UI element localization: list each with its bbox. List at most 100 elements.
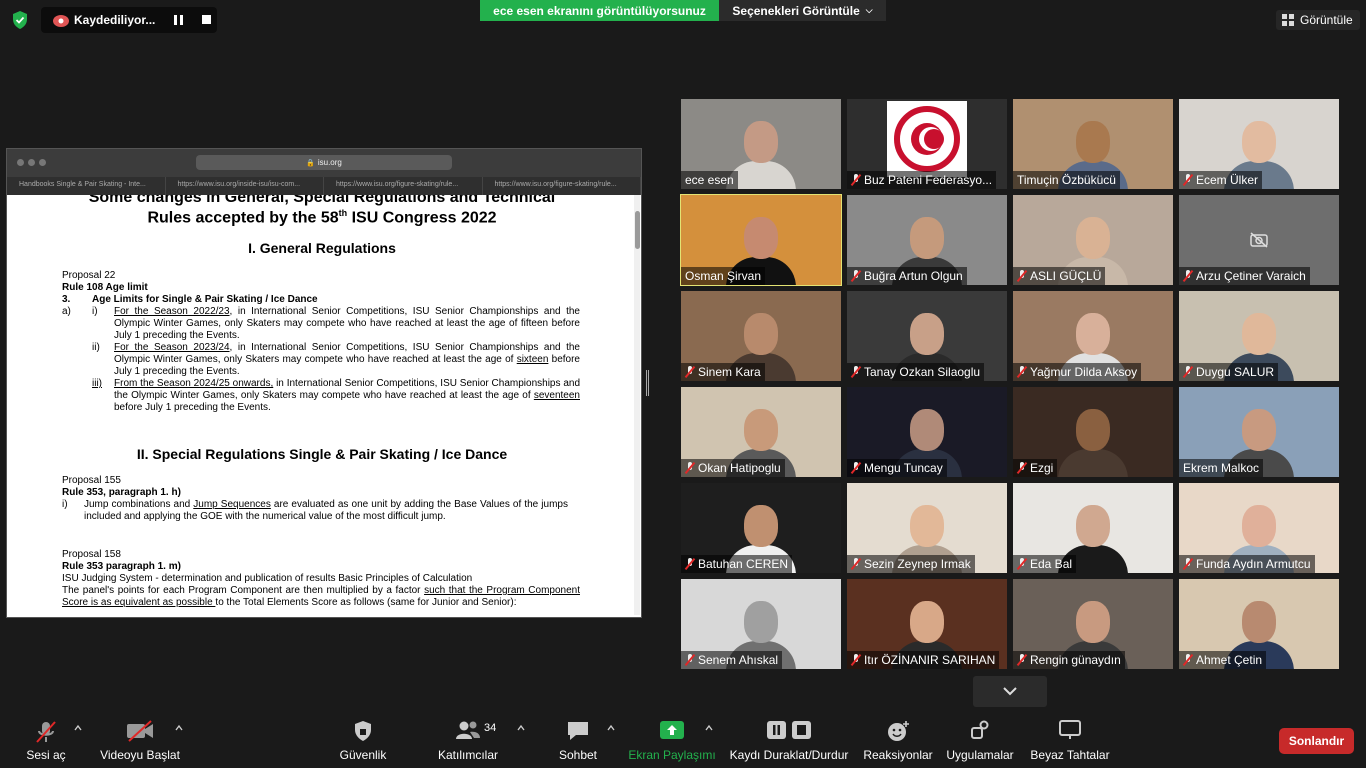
participant-tile[interactable]: Yağmur Dilda Aksoy <box>1013 291 1173 381</box>
share-screen-label: Ekran Paylaşımı <box>628 748 716 762</box>
participant-name: Yağmur Dilda Aksoy <box>1030 365 1138 379</box>
view-options-button[interactable]: Seçenekleri Görüntüle ⌵ <box>719 0 886 21</box>
participant-tile[interactable]: Tanay Ozkan Silaoglu <box>847 291 1007 381</box>
participant-name-tag: Mengu Tuncay <box>847 459 947 477</box>
participant-name-tag: Ahmet Çetin <box>1179 651 1267 669</box>
doc-scrollbar[interactable] <box>634 195 640 615</box>
participant-tile[interactable]: Senem Ahıskal <box>681 579 841 669</box>
participant-tile[interactable]: Rengin günaydın <box>1013 579 1173 669</box>
participant-name-tag: Tanay Ozkan Silaoglu <box>847 363 985 381</box>
participant-name: Eda Bal <box>1030 557 1073 571</box>
mic-muted-icon <box>685 654 695 666</box>
participant-face <box>910 601 944 643</box>
participant-tile[interactable]: Ekrem Malkoc <box>1179 387 1339 477</box>
participant-tile[interactable]: Sinem Kara <box>681 291 841 381</box>
participant-tile[interactable]: Itır ÖZİNANIR SARIHAN <box>847 579 1007 669</box>
chevron-up-icon[interactable] <box>74 724 82 732</box>
section-heading-general: I. General Regulations <box>248 240 396 256</box>
doc-scrollbar-thumb[interactable] <box>635 211 640 249</box>
participant-tile[interactable]: Ahmet Çetin <box>1179 579 1339 669</box>
participant-name: Okan Hatipoglu <box>698 461 781 475</box>
proposal-155-rule: Rule 353, paragraph 1. h) <box>62 487 181 498</box>
chevron-up-icon[interactable] <box>705 724 713 732</box>
participant-name-tag: Yağmur Dilda Aksoy <box>1013 363 1142 381</box>
mic-muted-icon <box>685 558 695 570</box>
participant-name-tag: ece esen <box>681 171 738 189</box>
start-video-button[interactable]: Videoyu Başlat <box>96 716 184 764</box>
participant-tile[interactable]: Buz Pateni Federasyo... <box>847 99 1007 189</box>
participant-tile[interactable]: Ezgi <box>1013 387 1173 477</box>
participant-tile[interactable]: Osman Şirvan <box>680 194 842 286</box>
window-zoom-dot <box>39 159 46 166</box>
participant-name-tag: Ezgi <box>1013 459 1058 477</box>
end-meeting-button[interactable]: Sonlandır <box>1279 728 1354 754</box>
shield-icon[interactable] <box>10 10 30 30</box>
pause-recording-icon[interactable] <box>174 15 184 25</box>
participant-face <box>1076 601 1110 643</box>
security-button[interactable]: Güvenlik <box>333 716 393 764</box>
participant-name-tag: Buğra Artun Olgun <box>847 267 967 285</box>
next-page-button[interactable] <box>973 676 1047 707</box>
participant-tile[interactable]: ece esen <box>681 99 841 189</box>
address-bar: 🔒 isu.org <box>196 155 452 170</box>
participant-name-tag: Itır ÖZİNANIR SARIHAN <box>847 651 1000 669</box>
shared-screen[interactable]: 🔒 isu.org Handbooks Single & Pair Skatin… <box>6 148 642 618</box>
resize-handle[interactable] <box>646 370 649 396</box>
window-close-dot <box>17 159 24 166</box>
mic-muted-icon <box>685 462 695 474</box>
chevron-down-icon: ⌵ <box>865 5 873 15</box>
item-a-label: a) <box>62 306 71 317</box>
participant-name: Batuhan CEREN <box>698 557 789 571</box>
pause-stop-recording-button[interactable]: Kaydı Duraklat/Durdur <box>726 716 852 764</box>
participant-name: ece esen <box>685 173 734 187</box>
chevron-up-icon[interactable] <box>517 724 525 732</box>
unmute-button[interactable]: Sesi aç <box>18 716 74 764</box>
participant-tile[interactable]: Buğra Artun Olgun <box>847 195 1007 285</box>
participant-tile[interactable]: Ecem Ülker <box>1179 99 1339 189</box>
participant-name-tag: Funda Aydın Armutcu <box>1179 555 1315 573</box>
participant-tile[interactable]: Arzu Çetiner Varaich <box>1179 195 1339 285</box>
participant-name-tag: Timuçin Özbükücü <box>1013 171 1120 189</box>
chevron-up-icon[interactable] <box>175 724 183 732</box>
mic-muted-icon <box>851 270 861 282</box>
participant-tile[interactable]: Batuhan CEREN <box>681 483 841 573</box>
participant-name: Senem Ahıskal <box>698 653 779 667</box>
participant-face <box>1242 505 1276 547</box>
chat-icon <box>568 722 588 740</box>
share-screen-icon <box>660 721 684 739</box>
doc-title-line2: Rules accepted by the 58th ISU Congress … <box>147 208 497 227</box>
participant-tile[interactable]: Duygu SALUR <box>1179 291 1339 381</box>
participant-name: Ahmet Çetin <box>1196 653 1263 667</box>
participant-tile[interactable]: Mengu Tuncay <box>847 387 1007 477</box>
participant-tile[interactable]: Sezin Zeynep Irmak <box>847 483 1007 573</box>
mic-muted-icon <box>851 174 861 186</box>
participant-face <box>1242 121 1276 163</box>
proposal-158-rule: Rule 353 paragraph 1. m) <box>62 561 181 572</box>
participant-tile[interactable]: Funda Aydın Armutcu <box>1179 483 1339 573</box>
participant-tile[interactable]: Eda Bal <box>1013 483 1173 573</box>
apps-button[interactable]: Uygulamalar <box>945 716 1015 764</box>
view-button[interactable]: Görüntüle <box>1276 10 1360 30</box>
recording-label: Kaydediliyor... <box>74 13 156 27</box>
chat-button[interactable]: Sohbet <box>554 716 602 764</box>
participant-tile[interactable]: Timuçin Özbükücü <box>1013 99 1173 189</box>
participants-button[interactable]: 34 Katılımcılar <box>432 716 504 764</box>
participant-tile[interactable]: Okan Hatipoglu <box>681 387 841 477</box>
participant-face <box>910 505 944 547</box>
participant-name: ASLI GÜÇLÜ <box>1030 269 1102 283</box>
chevron-up-icon[interactable] <box>607 724 615 732</box>
mic-muted-icon <box>851 558 861 570</box>
cloud-recording-icon <box>53 15 69 27</box>
whiteboards-button[interactable]: Beyaz Tahtalar <box>1030 716 1110 764</box>
stop-recording-icon[interactable] <box>202 15 211 24</box>
item-i-label: i) <box>92 306 98 317</box>
participant-name: Itır ÖZİNANIR SARIHAN <box>864 653 996 667</box>
participant-tile[interactable]: ASLI GÜÇLÜ <box>1013 195 1173 285</box>
participant-face <box>1076 505 1110 547</box>
participant-name-tag: Osman Şirvan <box>681 267 766 285</box>
reactions-button[interactable]: Reaksiyonlar <box>863 716 933 764</box>
pause-stop-recording-label: Kaydı Duraklat/Durdur <box>729 748 849 762</box>
section-heading-special: II. Special Regulations Single & Pair Sk… <box>136 446 508 462</box>
share-screen-button[interactable]: Ekran Paylaşımı <box>628 716 716 764</box>
participant-name: Sinem Kara <box>698 365 761 379</box>
